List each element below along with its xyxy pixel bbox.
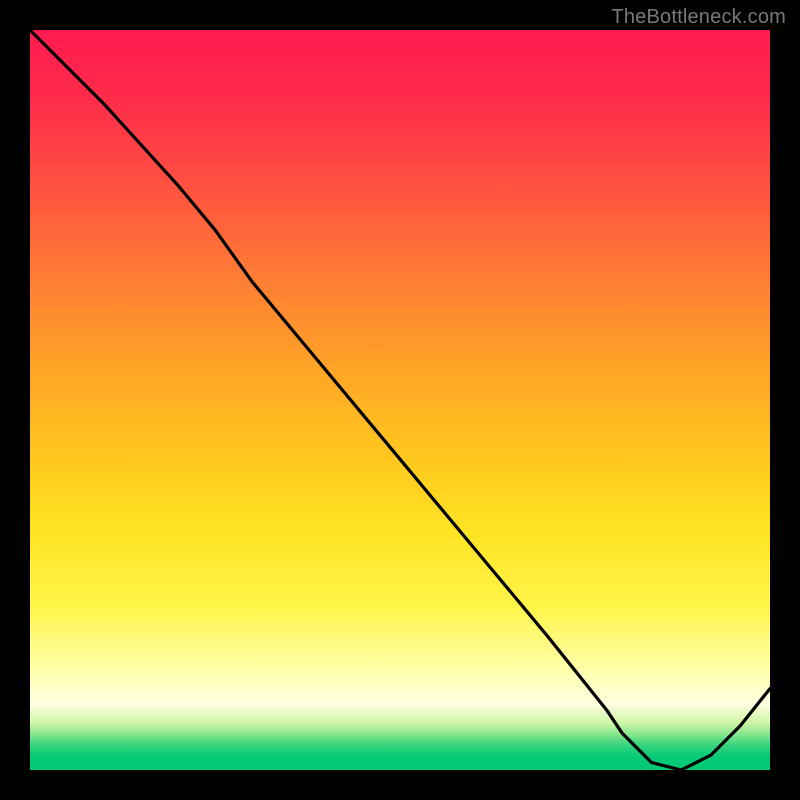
attribution-watermark: TheBottleneck.com bbox=[611, 6, 786, 29]
bottleneck-curve-svg bbox=[30, 30, 770, 770]
bottleneck-curve-path bbox=[30, 30, 770, 770]
chart-container: TheBottleneck.com bbox=[0, 0, 800, 800]
